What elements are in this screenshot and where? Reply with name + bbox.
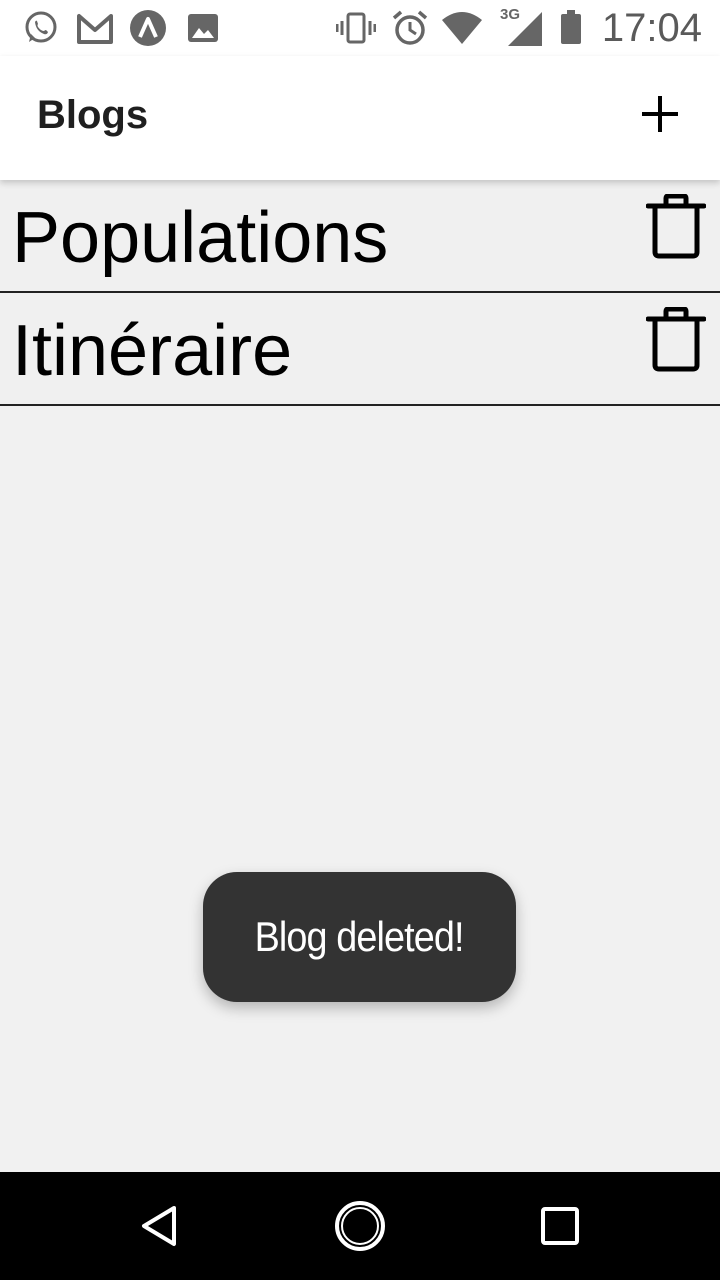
plus-icon: [642, 96, 678, 132]
trash-icon: [646, 307, 706, 372]
list-item[interactable]: Itinéraire: [0, 293, 720, 406]
app-icon: [130, 10, 166, 46]
app-bar: Blogs: [0, 56, 720, 180]
blog-title: Populations: [12, 198, 389, 278]
signal-icon: [508, 12, 542, 46]
vibrate-icon: [336, 12, 376, 44]
recents-icon: [541, 1207, 579, 1245]
status-bar: 3G 17:04: [0, 0, 720, 56]
back-button[interactable]: [132, 1198, 188, 1254]
screen: 3G 17:04 Blogs Populations Itinéraire Bl…: [0, 0, 720, 1280]
home-button[interactable]: [332, 1198, 388, 1254]
gmail-icon: [77, 14, 113, 44]
wifi-icon: [442, 12, 482, 44]
image-icon: [188, 14, 218, 42]
status-time: 17:04: [601, 6, 702, 50]
list-item[interactable]: Populations: [0, 180, 720, 293]
whatsapp-icon: [25, 11, 57, 43]
toast-message: Blog deleted!: [255, 913, 465, 960]
page-title: Blogs: [37, 93, 149, 137]
toast: Blog deleted!: [203, 872, 516, 1002]
add-blog-button[interactable]: [640, 94, 680, 134]
back-icon: [142, 1206, 176, 1246]
delete-blog-button[interactable]: [646, 194, 706, 260]
battery-icon: [561, 10, 581, 44]
alarm-icon: [392, 10, 428, 45]
blog-title: Itinéraire: [12, 311, 293, 391]
navigation-bar: [0, 1172, 720, 1280]
recents-button[interactable]: [532, 1198, 588, 1254]
delete-blog-button[interactable]: [646, 307, 706, 373]
blog-list: Populations Itinéraire: [0, 180, 720, 406]
home-icon: [335, 1201, 385, 1251]
trash-icon: [646, 194, 706, 259]
